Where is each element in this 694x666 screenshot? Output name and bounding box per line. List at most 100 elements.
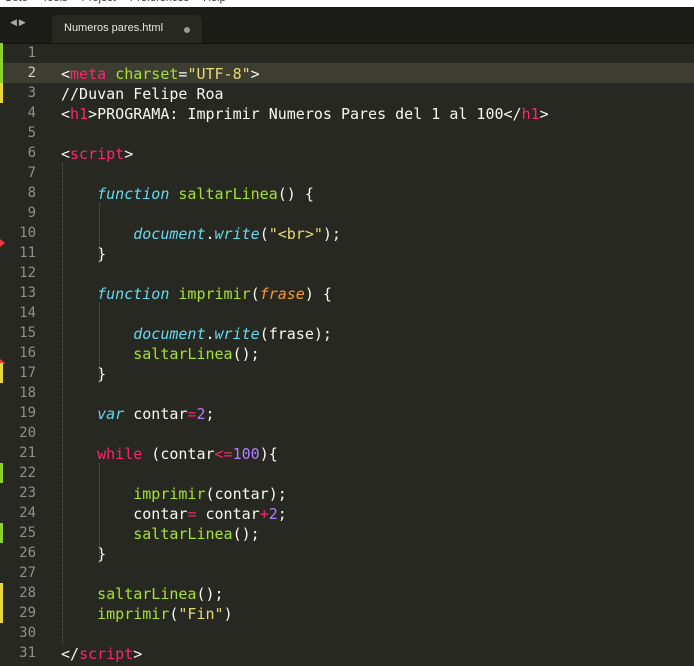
line-number: 16: [19, 345, 36, 361]
menu-item[interactable]: Project: [82, 0, 116, 4]
git-change-marker: [0, 83, 3, 103]
line-number: 13: [19, 285, 36, 301]
code-token: h1: [521, 105, 540, 123]
code-line[interactable]: 20: [0, 423, 694, 443]
code-token: document: [133, 225, 206, 243]
code-line[interactable]: 9: [0, 203, 694, 223]
code-token: <: [61, 65, 71, 83]
code-text: <meta charset="UTF-8">: [61, 65, 260, 83]
code-token: );: [322, 225, 341, 243]
code-token: >: [124, 145, 134, 163]
code-line[interactable]: 26 }: [0, 543, 694, 563]
line-number: 10: [19, 225, 36, 241]
code-line[interactable]: 4 <h1>PROGRAMA: Imprimir Numeros Pares de…: [0, 103, 694, 123]
code-line[interactable]: 21 while (contar<=100){: [0, 443, 694, 463]
code-line[interactable]: 24 contar= contar+2;: [0, 503, 694, 523]
code-token: saltarLinea: [133, 345, 233, 363]
unsaved-dot-icon[interactable]: [184, 27, 190, 33]
code-token: "Fin": [178, 605, 224, 623]
code-line[interactable]: 11 }: [0, 243, 694, 263]
code-token: "UTF-8": [187, 65, 251, 83]
code-line[interactable]: 29 imprimir("Fin"): [0, 603, 694, 623]
code-line[interactable]: 22: [0, 463, 694, 483]
tab-numeros-pares[interactable]: Numeros pares.html: [52, 15, 202, 43]
line-number: 12: [19, 265, 36, 281]
line-number: 9: [27, 205, 36, 221]
line-number: 26: [19, 545, 36, 561]
git-change-marker: [0, 363, 3, 383]
indent-guide: [62, 163, 64, 643]
code-token: var: [97, 405, 125, 423]
code-line[interactable]: 15 document.write(frase);: [0, 323, 694, 343]
code-line[interactable]: 8 function saltarLinea() {: [0, 183, 694, 203]
git-change-marker: [0, 63, 3, 83]
line-number: 23: [19, 485, 36, 501]
code-line[interactable]: 27: [0, 563, 694, 583]
code-token: "<br>": [268, 225, 323, 243]
menu-item[interactable]: Goto: [4, 0, 28, 4]
code-line[interactable]: 13 function imprimir(frase) {: [0, 283, 694, 303]
code-line[interactable]: 3 //Duvan Felipe Roa: [0, 83, 694, 103]
code-line[interactable]: 1: [0, 43, 694, 63]
line-number: 8: [27, 185, 36, 201]
code-line[interactable]: 23 imprimir(contar);: [0, 483, 694, 503]
menu-item[interactable]: Preferences: [130, 0, 189, 4]
code-token: script: [79, 645, 134, 663]
code-line[interactable]: 25 saltarLinea();: [0, 523, 694, 543]
code-text: imprimir(contar);: [61, 485, 287, 503]
code-token: (frase);: [259, 325, 332, 343]
code-token: >: [250, 65, 260, 83]
line-number: 6: [27, 145, 36, 161]
code-line[interactable]: 14: [0, 303, 694, 323]
code-line[interactable]: 31 </script>: [0, 643, 694, 663]
tab-nav-arrows-icon[interactable]: ◀▶: [10, 18, 28, 28]
code-token: saltarLinea: [97, 585, 197, 603]
code-token: write: [214, 325, 260, 343]
line-number: 11: [19, 245, 36, 261]
code-token: <: [61, 145, 71, 163]
code-line[interactable]: 7: [0, 163, 694, 183]
code-line[interactable]: 10 document.write("<br>");: [0, 223, 694, 247]
code-token: >: [539, 105, 549, 123]
line-number: 7: [27, 165, 36, 181]
menu-item[interactable]: Help: [203, 0, 226, 4]
line-number: 20: [19, 425, 36, 441]
code-line[interactable]: 19 var contar=2;: [0, 403, 694, 423]
code-text: saltarLinea();: [61, 345, 259, 363]
code-line[interactable]: 17 }: [0, 363, 694, 383]
code-line[interactable]: 16 saltarLinea();: [0, 343, 694, 367]
code-token: ();: [196, 585, 224, 603]
code-line[interactable]: 12: [0, 263, 694, 283]
line-number: 27: [19, 565, 36, 581]
code-editor[interactable]: 1 2 <meta charset="UTF-8"> 3//Duvan Felipe …: [0, 43, 694, 666]
git-change-marker: [0, 463, 3, 483]
code-line[interactable]: 18: [0, 383, 694, 403]
code-line[interactable]: 28 saltarLinea();: [0, 583, 694, 603]
code-line[interactable]: 2 <meta charset="UTF-8">: [0, 63, 694, 83]
code-text: while (contar<=100){: [61, 445, 278, 463]
menu-item[interactable]: Tools: [42, 0, 68, 4]
code-token: </: [61, 645, 80, 663]
code-token: script: [70, 145, 125, 163]
code-token: 2: [196, 405, 206, 423]
code-token: function: [97, 285, 170, 303]
code-token: contar: [124, 405, 188, 423]
code-line[interactable]: 5: [0, 123, 694, 143]
code-token: 100: [232, 445, 260, 463]
code-token: //Duvan Felipe Roa: [61, 85, 224, 103]
code-token: (: [250, 285, 260, 303]
code-text: saltarLinea();: [61, 585, 224, 603]
code-token: ) {: [304, 285, 332, 303]
code-token: function: [97, 185, 170, 203]
indent-guide: [99, 463, 101, 563]
code-token: frase: [259, 285, 305, 303]
code-line[interactable]: 30: [0, 623, 694, 643]
code-token: .: [205, 225, 215, 243]
code-line[interactable]: 6 <script>: [0, 143, 694, 163]
code-token: h1: [70, 105, 89, 123]
code-token: (contar: [142, 445, 215, 463]
